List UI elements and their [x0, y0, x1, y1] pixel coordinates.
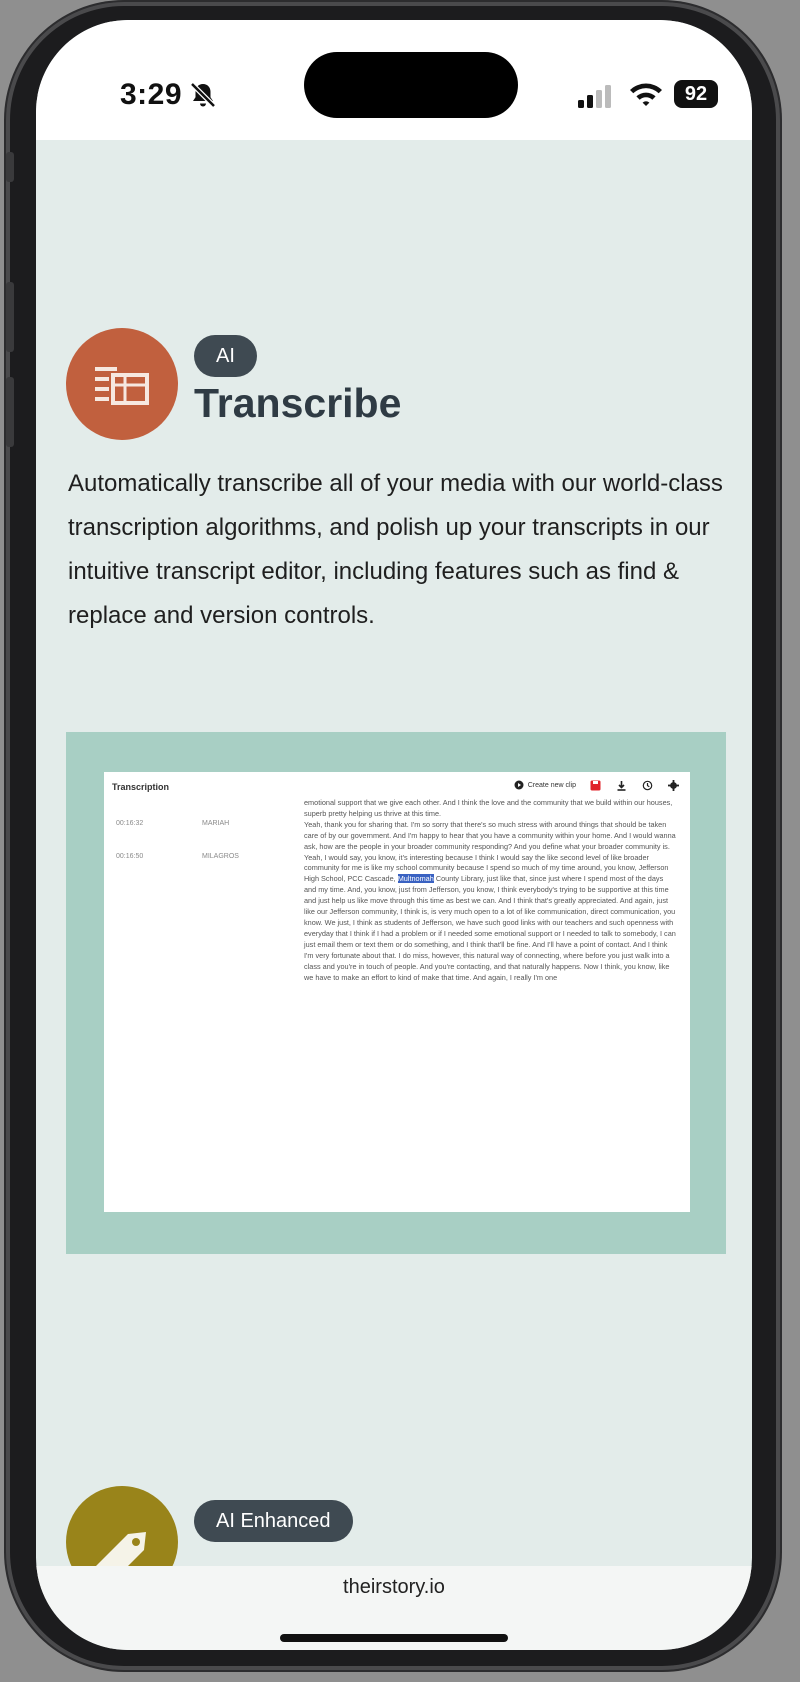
clip-icon [514, 780, 524, 790]
row-text: Yeah, thank you for sharing that. I'm so… [304, 819, 676, 851]
phone-frame: 3:29 92 AI Transcribe Automatically tran… [6, 2, 780, 1670]
transcript-row: 00:16:50 MILAGROS Yeah, I would say, you… [104, 853, 690, 984]
history-icon [640, 778, 654, 792]
row-timestamp: 00:16:50 [116, 852, 144, 860]
screen: 3:29 92 AI Transcribe Automatically tran… [36, 20, 752, 1650]
transcript-glyph-icon [95, 367, 149, 405]
url-label[interactable]: theirstory.io [36, 1576, 752, 1599]
row-text-end: County Library, just like that, since ju… [304, 874, 676, 982]
settings-gear-icon [666, 778, 680, 792]
editor-toolbar: Create new clip [514, 778, 680, 792]
transcript-row: 00:16:32 MARIAH Yeah, thank you for shar… [104, 820, 690, 853]
download-icon [614, 778, 628, 792]
battery-indicator: 92 [674, 80, 718, 108]
dynamic-island [304, 52, 518, 118]
feature-description: Automatically transcribe all of your med… [68, 470, 723, 629]
transcript-rows: emotional support that we give each othe… [104, 798, 690, 983]
highlighted-word: Multnomah [397, 874, 434, 884]
transcript-icon [66, 328, 178, 440]
bell-muted-icon [190, 82, 216, 108]
row-text: emotional support that we give each othe… [304, 798, 673, 818]
editor-title: Transcription [112, 782, 170, 792]
action-button [6, 152, 14, 182]
transcript-row: emotional support that we give each othe… [104, 798, 690, 820]
volume-down-button [6, 377, 14, 447]
home-indicator[interactable] [280, 1634, 508, 1642]
row-text: Yeah, I would say, you know, it's intere… [304, 853, 676, 984]
product-screenshot: Transcription Create new clip emotional … [66, 732, 726, 1254]
cellular-signal-icon [578, 85, 611, 108]
row-speaker: MARIAH [202, 819, 230, 827]
transcript-editor-window: Transcription Create new clip emotional … [104, 772, 690, 1212]
ai-badge: AI [194, 335, 257, 377]
row-timestamp: 00:16:32 [116, 819, 144, 827]
feature-title: Transcribe [194, 380, 402, 426]
volume-up-button [6, 282, 14, 352]
browser-address-bar[interactable]: theirstory.io [36, 1566, 752, 1650]
row-speaker: MILAGROS [202, 852, 239, 860]
ai-enhanced-badge: AI Enhanced [194, 1500, 353, 1542]
status-time: 3:29 [120, 78, 183, 111]
create-clip-button: Create new clip [514, 780, 576, 790]
create-clip-label: Create new clip [527, 781, 576, 789]
wifi-icon [630, 83, 662, 106]
save-icon [588, 778, 602, 792]
status-bar: 3:29 92 [36, 20, 752, 140]
